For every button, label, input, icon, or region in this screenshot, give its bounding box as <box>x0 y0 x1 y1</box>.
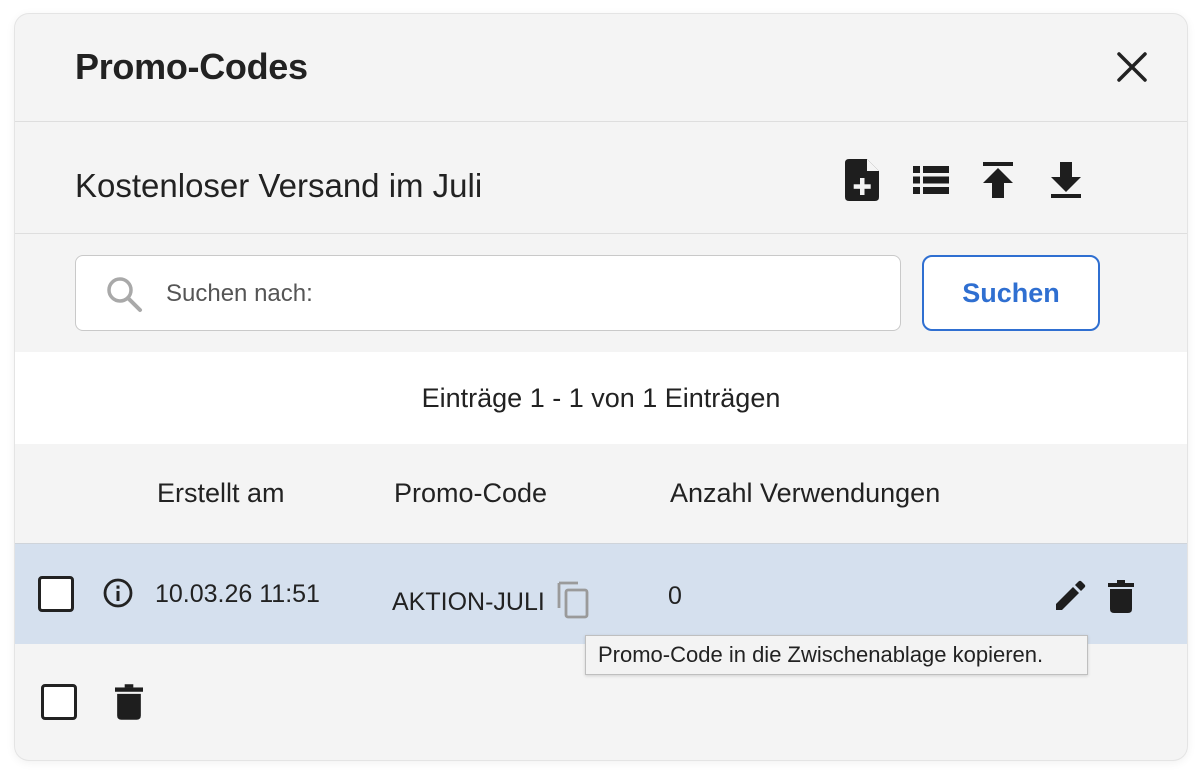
search-field <box>75 255 901 331</box>
campaign-name: Kostenloser Versand im Juli <box>75 167 483 204</box>
dialog-title: Promo-Codes <box>75 46 308 87</box>
add-document-icon <box>845 159 879 201</box>
search-icon <box>107 277 142 312</box>
copy-code-button[interactable] <box>555 580 591 620</box>
bulk-delete-button[interactable] <box>113 682 145 722</box>
delete-row-button[interactable] <box>1105 577 1137 615</box>
column-header-uses[interactable]: Anzahl Verwendungen <box>670 478 940 509</box>
list-view-button[interactable] <box>911 158 951 202</box>
column-header-promo-code[interactable]: Promo-Code <box>394 478 547 509</box>
row-checkbox[interactable] <box>38 576 74 612</box>
edit-pencil-icon <box>1056 580 1086 610</box>
column-header-created[interactable]: Erstellt am <box>157 478 285 509</box>
search-row: Suchen <box>15 234 1187 352</box>
row-info-button[interactable] <box>101 576 135 610</box>
results-summary: Einträge 1 - 1 von 1 Einträgen <box>421 382 781 413</box>
search-input[interactable] <box>166 274 866 314</box>
promo-code-value: AKTION-JULI <box>392 588 545 616</box>
created-date: 10.03.26 11:51 <box>155 580 320 608</box>
edit-button[interactable] <box>1052 578 1088 614</box>
promo-codes-dialog: Promo-Codes Kostenloser Versand im Juli <box>15 14 1187 760</box>
select-all-checkbox[interactable] <box>41 684 77 720</box>
table-header: Erstellt am Promo-Code Anzahl Verwendung… <box>15 444 1187 544</box>
campaign-header: Kostenloser Versand im Juli <box>15 122 1187 234</box>
usage-count: 0 <box>668 582 682 610</box>
upload-icon <box>983 162 1013 198</box>
import-button[interactable] <box>978 158 1018 202</box>
search-button[interactable]: Suchen <box>922 255 1100 331</box>
copy-icon <box>557 581 589 619</box>
copy-tooltip: Promo-Code in die Zwischenablage kopiere… <box>585 635 1088 675</box>
list-icon <box>913 166 949 194</box>
table-row[interactable]: 10.03.26 11:51 AKTION-JULI 0 <box>15 544 1187 644</box>
info-icon <box>103 578 133 608</box>
export-button[interactable] <box>1046 158 1086 202</box>
trash-icon <box>115 684 143 720</box>
close-icon <box>1117 52 1147 82</box>
download-icon <box>1051 162 1081 198</box>
close-button[interactable] <box>1115 50 1149 84</box>
trash-icon <box>1108 579 1134 613</box>
results-summary-bar: Einträge 1 - 1 von 1 Einträgen <box>15 352 1187 444</box>
add-code-button[interactable] <box>842 158 882 202</box>
dialog-header: Promo-Codes <box>15 14 1187 122</box>
